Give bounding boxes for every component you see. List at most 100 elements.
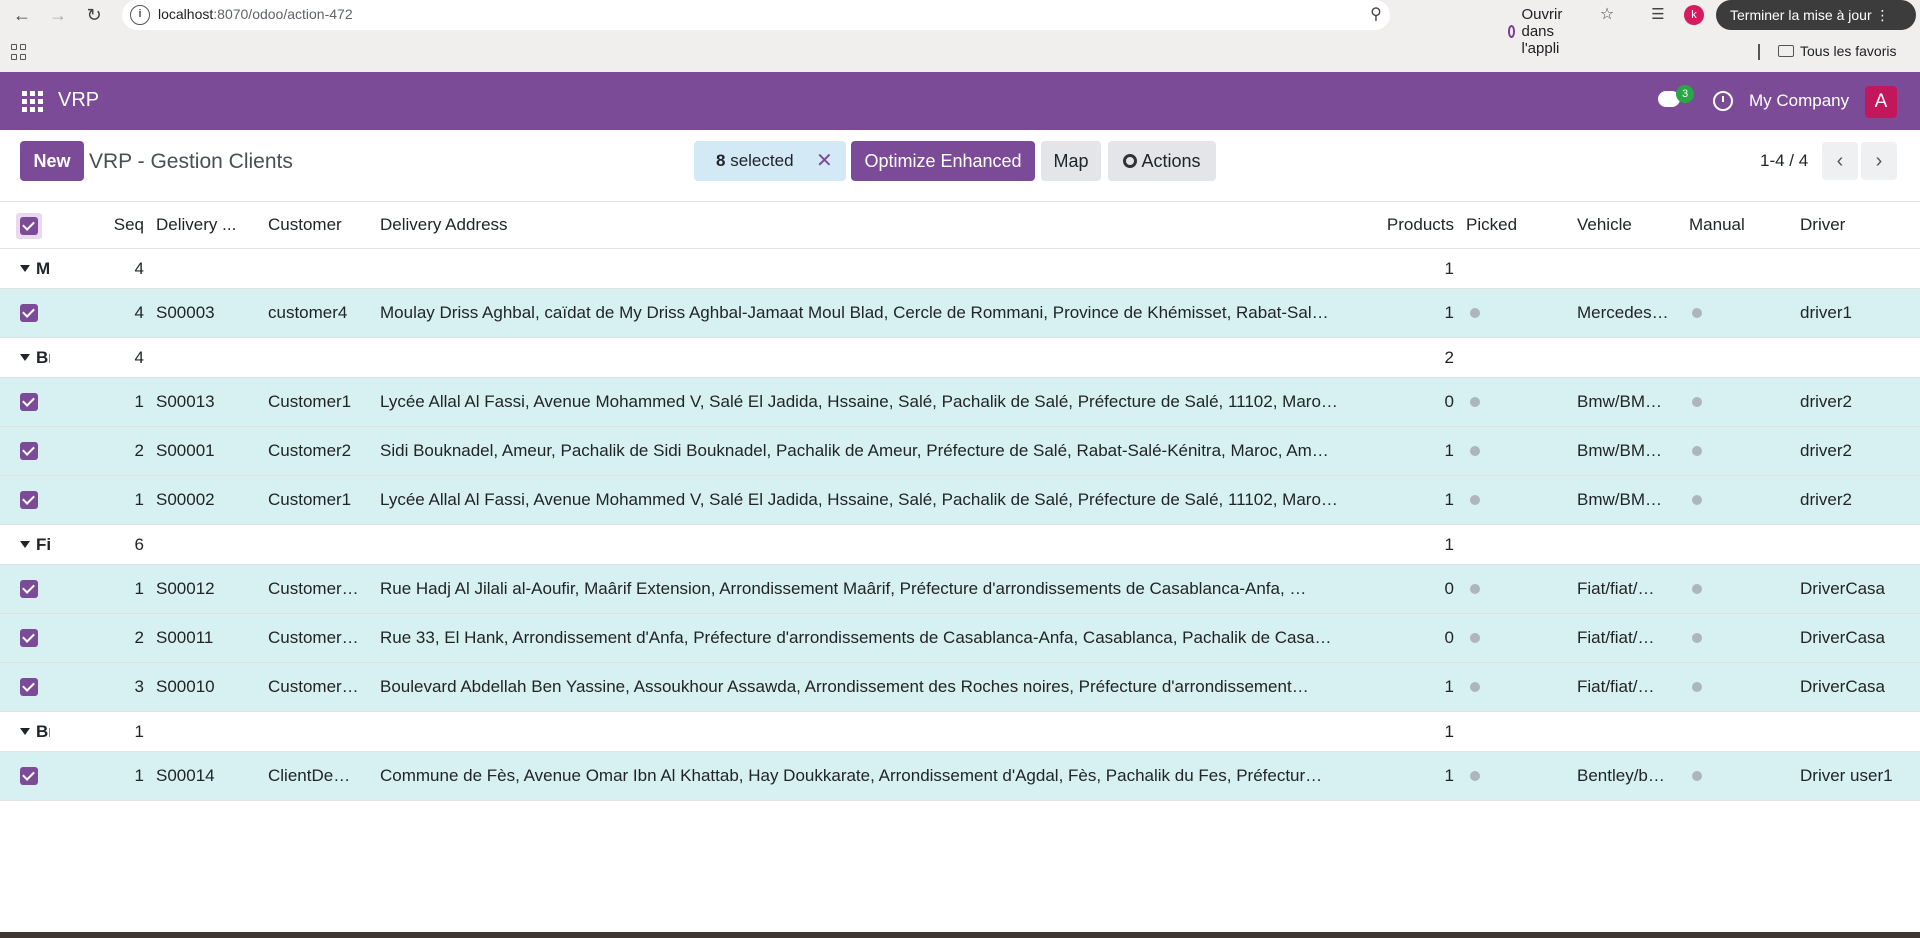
cell-vehicle[interactable]: Bmw/BM… (1577, 427, 1673, 475)
manual-toggle[interactable] (1692, 289, 1712, 337)
row-checkbox[interactable] (20, 629, 38, 647)
pager-next-icon[interactable]: › (1861, 142, 1897, 180)
map-button[interactable]: Map (1041, 141, 1101, 181)
cell-customer[interactable]: Customer1 (268, 378, 372, 426)
company-switcher[interactable]: My Company (1749, 91, 1849, 111)
row-checkbox[interactable] (20, 767, 38, 785)
site-info-icon[interactable]: i (130, 5, 150, 25)
cell-vehicle[interactable]: Fiat/fiat/… (1577, 663, 1673, 711)
cell-vehicle[interactable]: Bmw/BM… (1577, 378, 1673, 426)
column-header-products[interactable]: Products (1360, 202, 1454, 248)
cell-delivery[interactable]: S00001 (156, 427, 256, 475)
select-all-checkbox[interactable] (16, 213, 42, 239)
cell-customer[interactable]: Customer… (268, 565, 372, 613)
cell-seq[interactable]: 1 (100, 476, 144, 524)
cell-products[interactable]: 1 (1360, 476, 1454, 524)
row-checkbox[interactable] (20, 442, 38, 460)
picked-toggle[interactable] (1470, 565, 1490, 613)
row-checkbox[interactable] (20, 580, 38, 598)
cell-driver[interactable]: driver2 (1800, 476, 1918, 524)
cell-vehicle[interactable]: Bentley/b… (1577, 752, 1673, 800)
pager-previous-icon[interactable]: ‹ (1822, 142, 1858, 180)
optimize-enhanced-button[interactable]: Optimize Enhanced (851, 141, 1035, 181)
cell-customer[interactable]: Customer1 (268, 476, 372, 524)
update-button[interactable]: Terminer la mise à jour ⋮ (1716, 0, 1916, 30)
cell-vehicle[interactable]: Bmw/BM… (1577, 476, 1673, 524)
apps-shortcut-icon[interactable] (11, 44, 27, 60)
manual-toggle[interactable] (1692, 614, 1712, 662)
reload-icon[interactable]: ↻ (82, 3, 106, 27)
user-avatar[interactable]: A (1865, 86, 1897, 118)
profile-avatar[interactable]: k (1684, 5, 1704, 25)
manual-toggle[interactable] (1692, 565, 1712, 613)
cell-products[interactable]: 1 (1360, 427, 1454, 475)
column-header-vehicle[interactable]: Vehicle (1577, 202, 1667, 248)
pager-value[interactable]: 1-4 / 4 (1760, 151, 1808, 171)
table-row[interactable]: 1 S00013 Customer1 Lycée Allal Al Fassi, Av… (0, 378, 1920, 427)
row-checkbox[interactable] (20, 393, 38, 411)
cell-driver[interactable]: driver2 (1800, 427, 1918, 475)
cell-driver[interactable]: Driver user1 (1800, 752, 1918, 800)
column-header-manual[interactable]: Manual (1689, 202, 1769, 248)
cell-address[interactable]: Sidi Bouknadel, Ameur, Pachalik de Sidi … (380, 427, 1352, 475)
cell-driver[interactable]: DriverCasa (1800, 663, 1918, 711)
clear-selection-icon[interactable]: ✕ (816, 141, 833, 181)
activity-clock-icon[interactable] (1713, 91, 1733, 111)
cell-driver[interactable]: DriverCasa (1800, 614, 1918, 662)
group-row[interactable]: Fi 6 1 (0, 525, 1920, 565)
cell-customer[interactable]: customer4 (268, 289, 372, 337)
cell-delivery[interactable]: S00003 (156, 289, 256, 337)
group-row[interactable]: M 4 1 (0, 249, 1920, 289)
table-row[interactable]: 2 S00011 Customer… Rue 33, El Hank, Arrondi… (0, 614, 1920, 663)
forward-arrow-icon[interactable]: → (46, 3, 70, 27)
app-brand[interactable]: VRP (58, 89, 99, 112)
cell-products[interactable]: 0 (1360, 378, 1454, 426)
cell-products[interactable]: 1 (1360, 752, 1454, 800)
cell-address[interactable]: Rue Hadj Al Jilali al-Aoufir, Maârif Ext… (380, 565, 1352, 613)
column-header-driver[interactable]: Driver (1800, 202, 1900, 248)
cell-vehicle[interactable]: Fiat/fiat/… (1577, 565, 1673, 613)
actions-button[interactable]: Actions (1108, 141, 1216, 181)
cell-address[interactable]: Lycée Allal Al Fassi, Avenue Mohammed V,… (380, 378, 1352, 426)
zoom-icon[interactable]: ⚲ (1365, 4, 1387, 26)
media-controls-icon[interactable]: ☰ (1647, 5, 1669, 25)
cell-seq[interactable]: 3 (100, 663, 144, 711)
address-bar[interactable]: i localhost:8070/odoo/action-472 Ouvrir … (122, 0, 1562, 57)
row-checkbox[interactable] (20, 491, 38, 509)
app-menu-icon[interactable] (22, 91, 43, 112)
manual-toggle[interactable] (1692, 427, 1712, 475)
cell-products[interactable]: 1 (1360, 663, 1454, 711)
cell-vehicle[interactable]: Fiat/fiat/… (1577, 614, 1673, 662)
column-header-picked[interactable]: Picked (1466, 202, 1546, 248)
cell-driver[interactable]: driver1 (1800, 289, 1918, 337)
table-row[interactable]: 3 S00010 Customer… Boulevard Abdellah Ben Y… (0, 663, 1920, 712)
row-checkbox[interactable] (20, 678, 38, 696)
manual-toggle[interactable] (1692, 752, 1712, 800)
column-header-customer[interactable]: Customer (268, 202, 368, 248)
cell-seq[interactable]: 4 (100, 289, 144, 337)
cell-products[interactable]: 0 (1360, 614, 1454, 662)
table-row[interactable]: 2 S00001 Customer2 Sidi Bouknadel, Ameur, P… (0, 427, 1920, 476)
cell-seq[interactable]: 2 (100, 614, 144, 662)
cell-delivery[interactable]: S00014 (156, 752, 256, 800)
cell-vehicle[interactable]: Mercedes… (1577, 289, 1673, 337)
cell-address[interactable]: Rue 33, El Hank, Arrondissement d'Anfa, … (380, 614, 1352, 662)
cell-seq[interactable]: 1 (100, 752, 144, 800)
table-row[interactable]: 1 S00012 Customer… Rue Hadj Al Jilali al-Ao… (0, 565, 1920, 614)
picked-toggle[interactable] (1470, 476, 1490, 524)
cell-delivery[interactable]: S00010 (156, 663, 256, 711)
cell-customer[interactable]: Customer2 (268, 427, 372, 475)
manual-toggle[interactable] (1692, 476, 1712, 524)
table-row[interactable]: 1 S00014 ClientDe… Commune de Fès, Avenue O… (0, 752, 1920, 801)
column-header-seq[interactable]: Seq (100, 202, 144, 248)
picked-toggle[interactable] (1470, 378, 1490, 426)
row-checkbox[interactable] (20, 304, 38, 322)
cell-seq[interactable]: 1 (100, 378, 144, 426)
cell-address[interactable]: Lycée Allal Al Fassi, Avenue Mohammed V,… (380, 476, 1352, 524)
manual-toggle[interactable] (1692, 378, 1712, 426)
picked-toggle[interactable] (1470, 427, 1490, 475)
cell-delivery[interactable]: S00012 (156, 565, 256, 613)
table-row[interactable]: 4 S00003 customer4 Moulay Driss Aghbal, caï… (0, 289, 1920, 338)
cell-customer[interactable]: ClientDe… (268, 752, 372, 800)
bookmark-star-icon[interactable]: ☆ (1596, 4, 1618, 26)
